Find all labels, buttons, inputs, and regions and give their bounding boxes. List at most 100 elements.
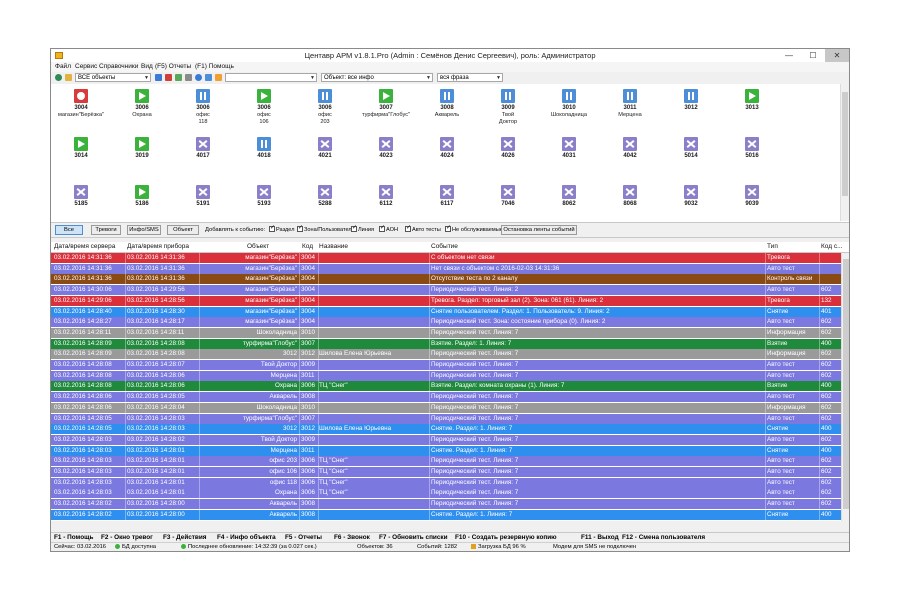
col-code[interactable]: Код [302,243,313,250]
search-combo[interactable]: ▼ [225,73,317,82]
col-device-time[interactable]: Дата/время прибора [127,243,189,250]
hotkey-f4[interactable]: F4 - Инфо объекта [217,534,276,541]
table-row[interactable]: 03.02.2016 14:28:03 03.02.2016 14:28:01 Ох… [51,488,841,499]
print-icon[interactable] [185,74,192,81]
table-row[interactable]: 03.02.2016 14:28:40 03.02.2016 14:28:30 ма… [51,306,841,317]
check-zone-user[interactable]: Зона/Пользователь [297,224,355,234]
objects-scroll-thumb[interactable] [842,92,848,196]
table-row[interactable]: 03.02.2016 14:28:03 03.02.2016 14:28:01 оф… [51,477,841,488]
object-tile-3006[interactable]: 3006 Охрана [118,88,166,134]
maximize-button[interactable]: ☐ [801,49,825,62]
check-not-served[interactable]: Не обслуживаемые [445,224,503,234]
object-tile-3004[interactable]: 3004 магазин"Берёзка" [57,88,105,134]
table-row[interactable]: 03.02.2016 14:28:05 03.02.2016 14:28:03 30… [51,424,841,435]
col-name[interactable]: Название [319,243,348,250]
table-row[interactable]: 03.02.2016 14:28:11 03.02.2016 14:28:11 Шо… [51,327,841,338]
object-tile-4018[interactable]: 4018 [240,136,288,182]
refresh-icon[interactable] [55,74,62,81]
events-scroll-thumb[interactable] [843,259,849,509]
hotkey-f6[interactable]: F6 - Звонок [334,534,370,541]
object-tile-3019[interactable]: 3019 [118,136,166,182]
col-object[interactable]: Объект [247,243,269,250]
tree-icon[interactable] [175,74,182,81]
table-row[interactable]: 03.02.2016 14:28:03 03.02.2016 14:28:01 оф… [51,467,841,477]
close-button[interactable]: ✕ [825,49,849,62]
search-icon[interactable] [215,74,222,81]
objects-scrollbar[interactable] [840,84,849,221]
filter-object-button[interactable]: Объект [167,225,199,235]
object-tile-3006[interactable]: 3006 офис 106 [240,88,288,134]
object-filter-combo[interactable]: Объект: все инфо ▼ [321,73,433,82]
table-row[interactable]: 03.02.2016 14:28:03 03.02.2016 14:28:01 Ме… [51,445,841,456]
object-tile-3014[interactable]: 3014 [57,136,105,182]
objects-combo[interactable]: ВСЕ объекты ▼ [75,73,151,82]
filter-all-button[interactable]: Все [55,225,83,235]
table-row[interactable]: 03.02.2016 14:28:08 03.02.2016 14:28:06 Ме… [51,370,841,381]
filter-alarms-button[interactable]: Тревоги [91,225,121,235]
hotkey-f2[interactable]: F2 - Окно тревог [101,534,153,541]
hotkey-f12[interactable]: F12 - Смена пользователя [622,534,705,541]
minimize-button[interactable]: — [777,49,801,62]
stop-feed-button[interactable]: Остановка ленты событий [501,225,577,235]
object-tile-3007[interactable]: 3007 турфирма"Глобус" [362,88,410,134]
object-tile-4023[interactable]: 4023 [362,136,410,182]
table-row[interactable]: 03.02.2016 14:28:03 03.02.2016 14:28:01 оф… [51,456,841,467]
table-row[interactable]: 03.02.2016 14:28:09 03.02.2016 14:28:08 30… [51,349,841,360]
alarm-icon[interactable] [165,74,172,81]
table-row[interactable]: 03.02.2016 14:30:06 03.02.2016 14:29:56 ма… [51,285,841,296]
table-row[interactable]: 03.02.2016 14:31:36 03.02.2016 14:31:36 ма… [51,263,841,274]
check-auto-tests[interactable]: Авто тесты [405,224,441,234]
col-type-code[interactable]: Код с... [821,243,843,250]
object-tile-4021[interactable]: 4021 [301,136,349,182]
check-line[interactable]: Линия [351,224,374,234]
hotkey-f7[interactable]: F7 - Обновить списки [379,534,448,541]
check-aon[interactable]: АОН [379,224,398,234]
table-row[interactable]: 03.02.2016 14:31:36 03.02.2016 14:31:36 ма… [51,253,841,263]
object-tile-3011[interactable]: 3011 Мерцена [606,88,654,134]
table-row[interactable]: 03.02.2016 14:31:36 03.02.2016 14:31:36 ма… [51,274,841,285]
monitor-icon[interactable] [205,74,212,81]
table-row[interactable]: 03.02.2016 14:28:05 03.02.2016 14:28:03 ту… [51,413,841,424]
menu-help[interactable]: (F1) Помощь [195,63,234,70]
info-icon[interactable] [195,74,202,81]
menu-reports[interactable]: (F5) Отчеты [155,63,191,70]
hotkey-f11[interactable]: F11 - Выход [581,534,619,541]
table-row[interactable]: 03.02.2016 14:29:06 03.02.2016 14:28:56 ма… [51,295,841,306]
object-tile-4042[interactable]: 4042 [606,136,654,182]
table-row[interactable]: 03.02.2016 14:28:09 03.02.2016 14:28:08 ту… [51,338,841,349]
table-row[interactable]: 03.02.2016 14:28:03 03.02.2016 14:28:02 Тв… [51,434,841,445]
filter-info-sms-button[interactable]: Инфо/SMS [127,225,161,235]
object-tile-3006[interactable]: 3006 офис 118 [179,88,227,134]
menu-file[interactable]: Файл [55,63,71,70]
object-tile-4024[interactable]: 4024 [423,136,471,182]
events-scrollbar[interactable] [841,253,849,521]
table-row[interactable]: 03.02.2016 14:28:02 03.02.2016 14:28:00 Ак… [51,499,841,510]
menu-references[interactable]: Справочники [99,63,138,70]
object-tile-3006[interactable]: 3006 офис 203 [301,88,349,134]
table-row[interactable]: 03.02.2016 14:28:08 03.02.2016 14:28:07 Тв… [51,360,841,370]
title-bar[interactable]: Центавр АРМ v1.8.1.Pro (Admin : Семёнов … [51,49,849,63]
table-row[interactable]: 03.02.2016 14:28:0003.02.2016 14:27:58 Шо… [51,520,841,521]
col-type[interactable]: Тип [767,243,778,250]
folder-icon[interactable] [65,74,72,81]
table-row[interactable]: 03.02.2016 14:28:06 03.02.2016 14:28:05 Ак… [51,392,841,403]
table-row[interactable]: 03.02.2016 14:28:06 03.02.2016 14:28:04 Шо… [51,402,841,413]
col-server-time[interactable]: Дата/время сервера [54,243,115,250]
object-tile-3010[interactable]: 3010 Шоколадница [545,88,593,134]
table-row[interactable]: 03.02.2016 14:28:27 03.02.2016 14:28:17 ма… [51,317,841,328]
object-tile-3008[interactable]: 3008 Акварель [423,88,471,134]
check-section[interactable]: Раздел [269,224,295,234]
hotkey-f5[interactable]: F5 - Отчеты [285,534,322,541]
menu-view[interactable]: Вид [141,63,153,70]
list-icon[interactable] [155,74,162,81]
object-tile-5014[interactable]: 5014 [667,136,715,182]
object-tile-3009[interactable]: 3009 Твой Доктор [484,88,532,134]
table-row[interactable]: 03.02.2016 14:28:02 03.02.2016 14:28:00 Ак… [51,509,841,520]
object-tile-4026[interactable]: 4026 [484,136,532,182]
object-tile-4031[interactable]: 4031 [545,136,593,182]
hotkey-f1[interactable]: F1 - Помощь [54,534,93,541]
hotkey-f3[interactable]: F3 - Действия [163,534,207,541]
object-tile-4017[interactable]: 4017 [179,136,227,182]
table-row[interactable]: 03.02.2016 14:28:08 03.02.2016 14:28:06 Ох… [51,381,841,392]
hotkey-f10[interactable]: F10 - Создать резервную копию [455,534,557,541]
